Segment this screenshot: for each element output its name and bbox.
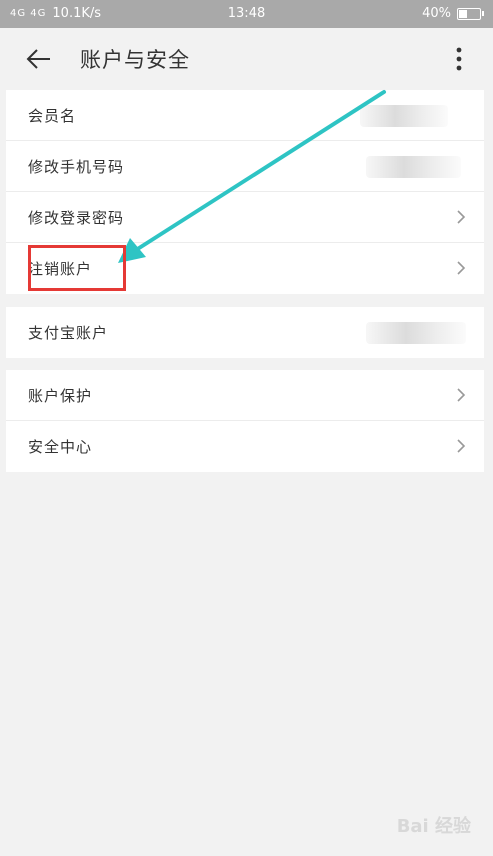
status-time: 13:48 xyxy=(227,6,266,21)
settings-group-security: 账户保护 安全中心 xyxy=(6,370,484,472)
watermark: Bai 经验 xyxy=(396,816,471,837)
blurred-value xyxy=(366,322,466,344)
row-label: 支付宝账户 xyxy=(28,324,109,342)
row-close-account[interactable]: 注销账户 xyxy=(6,243,484,294)
row-change-password[interactable]: 修改登录密码 xyxy=(6,192,484,243)
status-right: 40% xyxy=(422,6,484,21)
app-bar: 账户与安全 xyxy=(0,28,493,88)
row-label: 会员名 xyxy=(28,107,77,125)
row-label: 修改手机号码 xyxy=(28,158,125,176)
row-label: 注销账户 xyxy=(28,260,93,278)
battery-icon xyxy=(457,7,484,20)
row-label: 修改登录密码 xyxy=(28,209,125,227)
settings-group-account: 会员名 修改手机号码 修改登录密码 注销账户 xyxy=(6,90,484,294)
arrow-left-icon[interactable] xyxy=(22,42,56,76)
settings-group-alipay: 支付宝账户 xyxy=(6,307,484,358)
row-alipay-account[interactable]: 支付宝账户 xyxy=(6,307,484,358)
chevron-right-icon xyxy=(457,388,466,402)
battery-percent: 40% xyxy=(422,6,451,21)
chevron-right-icon xyxy=(457,439,466,453)
row-label: 账户保护 xyxy=(28,387,93,405)
battery-fill xyxy=(459,9,467,18)
blurred-value xyxy=(360,105,448,127)
row-member-name[interactable]: 会员名 xyxy=(6,90,484,141)
chevron-right-icon xyxy=(457,210,466,224)
row-label: 安全中心 xyxy=(28,438,93,456)
row-account-protection[interactable]: 账户保护 xyxy=(6,370,484,421)
blurred-value xyxy=(366,156,461,178)
chevron-right-icon xyxy=(457,261,466,275)
more-vertical-icon[interactable] xyxy=(449,42,469,76)
page-title: 账户与安全 xyxy=(80,48,190,72)
row-change-phone[interactable]: 修改手机号码 xyxy=(6,141,484,192)
row-security-center[interactable]: 安全中心 xyxy=(6,421,484,472)
status-bar: 4G 4G 10.1K/s 13:48 40% xyxy=(0,0,493,28)
